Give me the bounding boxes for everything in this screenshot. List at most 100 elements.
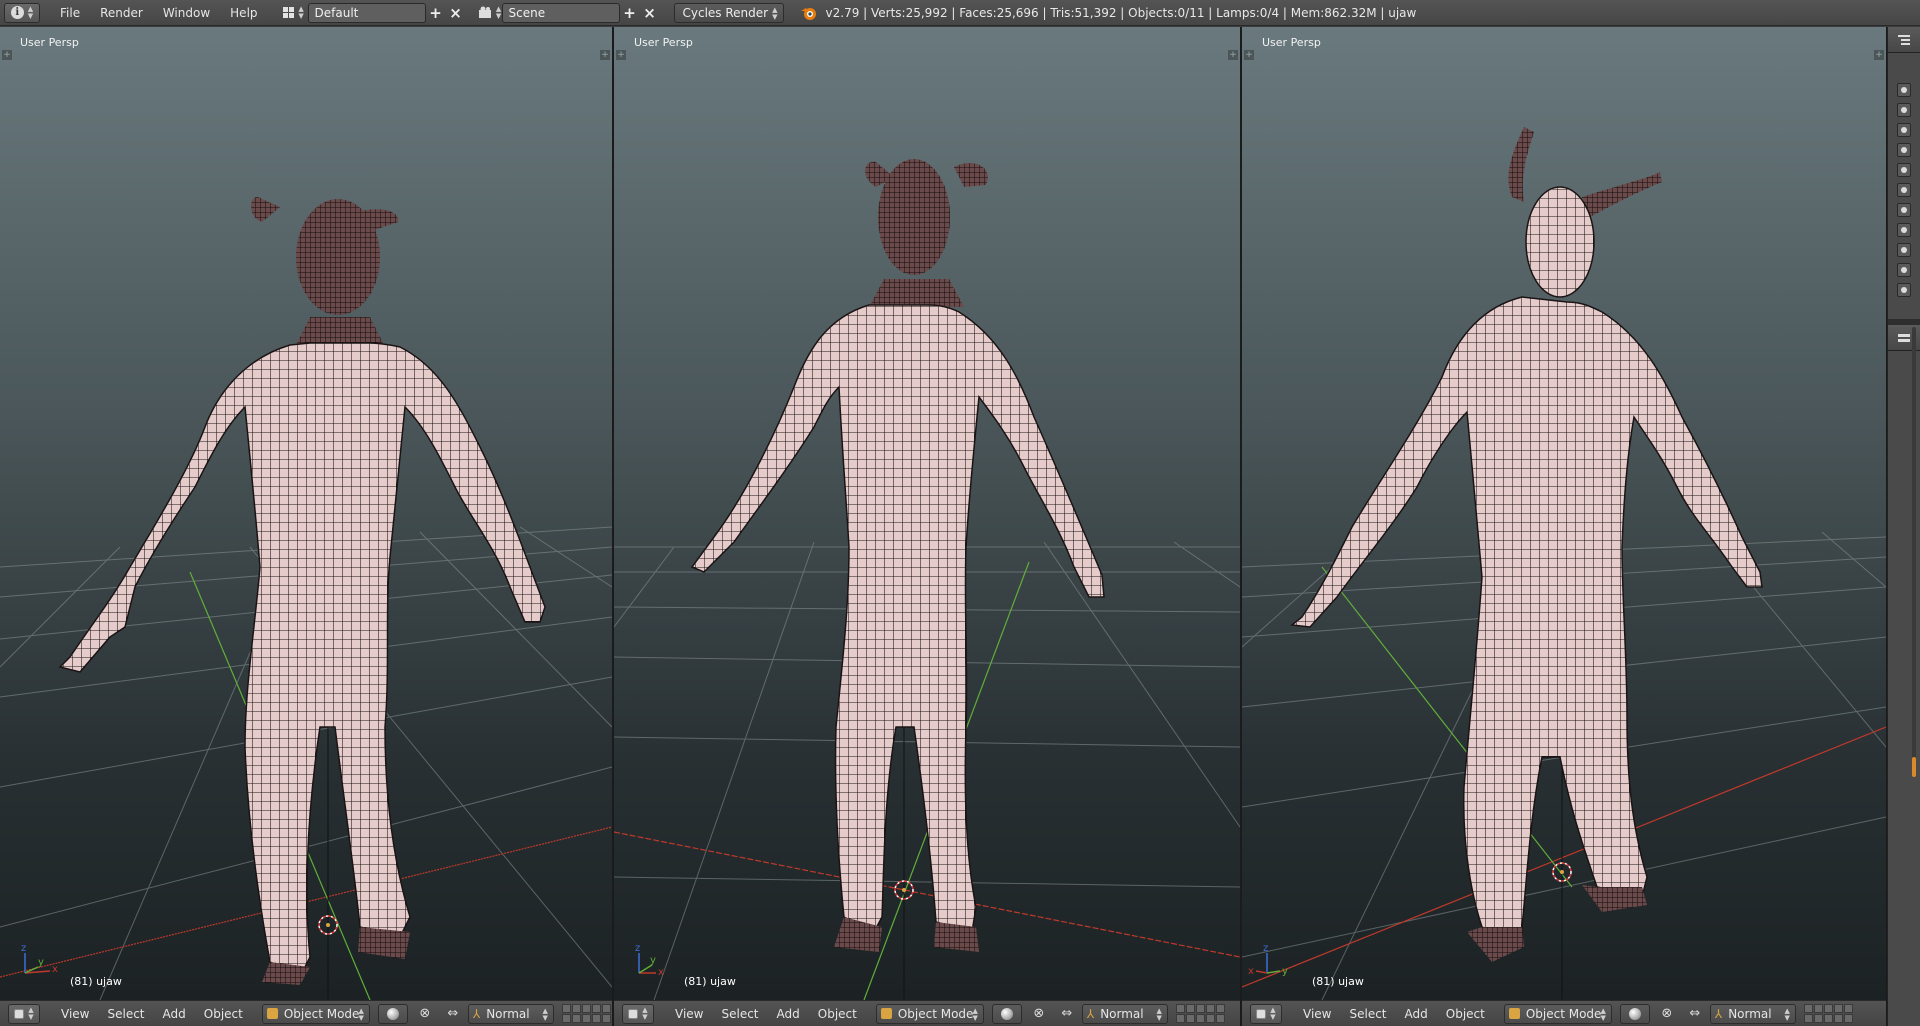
render-engine-select[interactable]: Cycles Render ▲ ▼	[673, 2, 784, 23]
corner-split-handle[interactable]: +	[1874, 50, 1884, 60]
screen-layout-field[interactable]: Default	[307, 2, 426, 23]
menu-object[interactable]: Object	[195, 1007, 252, 1021]
viewport-shading-select[interactable]	[1619, 1003, 1650, 1024]
menu-help[interactable]: Help	[220, 0, 267, 26]
pivot-icon: ⊗	[419, 1006, 431, 1021]
viewport-shading-select[interactable]	[991, 1003, 1022, 1024]
object-origin	[1560, 870, 1564, 874]
add-screen-button[interactable]: +	[426, 3, 446, 23]
updown-icon: ▲ ▼	[1784, 1006, 1790, 1022]
interaction-mode-value: Object Mode	[897, 1006, 974, 1021]
solid-sphere-icon	[386, 1007, 399, 1020]
top-info-header: i ▲ ▼ File Render Window Help ▲ ▼ Default …	[0, 0, 1920, 26]
menu-add[interactable]: Add	[768, 1007, 809, 1021]
updown-icon: ▲ ▼	[358, 1006, 364, 1022]
layer-buttons[interactable]	[1175, 1004, 1225, 1023]
remove-scene-button[interactable]: ×	[640, 3, 660, 23]
visibility-toggle-icon[interactable]	[1897, 143, 1911, 157]
screen-layout-browse-button[interactable]: ▲ ▼	[280, 3, 308, 23]
updown-icon: ▲ ▼	[28, 1005, 34, 1021]
visibility-toggle-icon[interactable]	[1897, 123, 1911, 137]
menu-file[interactable]: File	[50, 0, 90, 26]
orientation-axes-icon: ⅄	[472, 1006, 481, 1021]
transform-orientation-select[interactable]: ⅄ Normal ▲ ▼	[467, 1003, 554, 1024]
visibility-toggle-icon[interactable]	[1897, 203, 1911, 217]
menu-render[interactable]: Render	[90, 0, 153, 26]
3d-viewport-1[interactable]: z x y User Persp + + (81) ujaw	[0, 27, 612, 1000]
updown-icon: ▲ ▼	[1600, 1006, 1606, 1022]
visibility-toggle-icon[interactable]	[1897, 263, 1911, 277]
3d-viewport-3[interactable]: z x y User Persp + + (81) ujaw	[1242, 27, 1886, 1000]
menu-select[interactable]: Select	[712, 1007, 767, 1021]
editor-type-button[interactable]: ▲ ▼	[8, 1003, 40, 1024]
updown-icon: ▲ ▼	[642, 1005, 648, 1021]
corner-split-handle[interactable]: +	[2, 50, 12, 60]
menu-view[interactable]: View	[666, 1007, 712, 1021]
remove-screen-button[interactable]: ×	[446, 3, 466, 23]
menu-add[interactable]: Add	[1396, 1007, 1437, 1021]
visibility-toggle-icon[interactable]	[1897, 183, 1911, 197]
layer-buttons[interactable]	[1803, 1004, 1853, 1023]
outliner-editor-type-button[interactable]	[1888, 27, 1920, 53]
area-separator[interactable]	[1240, 27, 1242, 1026]
blender-logo-icon	[800, 7, 816, 20]
properties-scrollbar[interactable]	[1912, 327, 1916, 777]
menu-add[interactable]: Add	[154, 1007, 195, 1021]
visibility-toggle-icon[interactable]	[1897, 163, 1911, 177]
corner-split-handle[interactable]: +	[600, 50, 610, 60]
scrollbar-thumb[interactable]	[1912, 757, 1916, 777]
editor-type-button[interactable]: i ▲ ▼	[4, 2, 40, 23]
orientation-value: Normal	[1100, 1006, 1144, 1021]
manipulator-toggle[interactable]: ⇔	[442, 1004, 464, 1024]
updown-icon: ▲ ▼	[542, 1006, 548, 1022]
visibility-toggle-icon[interactable]	[1897, 103, 1911, 117]
viewport-scene-2: z x y	[614, 159, 1240, 1000]
interaction-mode-select[interactable]: Object Mode ▲ ▼	[1503, 1003, 1612, 1024]
pivot-point-select[interactable]: ⊗	[1028, 1004, 1050, 1024]
area-separator[interactable]	[612, 27, 614, 1026]
menu-window[interactable]: Window	[153, 0, 220, 26]
scene-browse-button[interactable]: ▲ ▼	[478, 3, 502, 23]
svg-text:x: x	[658, 967, 664, 978]
corner-split-handle[interactable]: +	[616, 50, 626, 60]
object-origin	[902, 888, 906, 892]
layer-buttons[interactable]	[561, 1004, 611, 1023]
menu-select[interactable]: Select	[1340, 1007, 1395, 1021]
interaction-mode-select[interactable]: Object Mode ▲ ▼	[875, 1003, 984, 1024]
menu-view[interactable]: View	[1294, 1007, 1340, 1021]
transform-orientation-select[interactable]: ⅄ Normal ▲ ▼	[1709, 1003, 1796, 1024]
visibility-toggle-icon[interactable]	[1897, 83, 1911, 97]
render-engine-value: Cycles Render	[682, 5, 769, 20]
3d-viewport-2[interactable]: z x y User Persp + + (81) ujaw	[614, 27, 1240, 1000]
viewport-shading-select[interactable]	[377, 1003, 408, 1024]
corner-split-handle[interactable]: +	[1244, 50, 1254, 60]
viewport-3-label: User Persp	[1262, 36, 1321, 49]
viewport-2-header: ▲ ▼ View Select Add Object Object Mode ▲ ▼…	[614, 1000, 1240, 1026]
interaction-mode-value: Object Mode	[1525, 1006, 1602, 1021]
editor-type-button[interactable]: ▲ ▼	[622, 1003, 654, 1024]
menu-object[interactable]: Object	[809, 1007, 866, 1021]
visibility-toggle-icon[interactable]	[1897, 283, 1911, 297]
viewport-scene-1: z x y	[0, 196, 612, 1000]
menu-select[interactable]: Select	[98, 1007, 153, 1021]
menu-object[interactable]: Object	[1437, 1007, 1494, 1021]
manipulator-icon: ⇔	[447, 1006, 459, 1021]
manipulator-toggle[interactable]: ⇔	[1684, 1004, 1706, 1024]
outliner-icon	[1898, 34, 1910, 45]
object-mode-icon	[266, 1008, 278, 1019]
pivot-point-select[interactable]: ⊗	[1656, 1004, 1678, 1024]
editor-type-button[interactable]: ▲ ▼	[1250, 1003, 1282, 1024]
manipulator-icon: ⇔	[1689, 1006, 1701, 1021]
interaction-mode-select[interactable]: Object Mode ▲ ▼	[261, 1003, 370, 1024]
add-scene-button[interactable]: +	[620, 3, 640, 23]
visibility-toggle-icon[interactable]	[1897, 243, 1911, 257]
pivot-point-select[interactable]: ⊗	[414, 1004, 436, 1024]
menu-view[interactable]: View	[52, 1007, 98, 1021]
visibility-toggle-icon[interactable]	[1897, 223, 1911, 237]
transform-orientation-select[interactable]: ⅄ Normal ▲ ▼	[1081, 1003, 1168, 1024]
orientation-axes-icon: ⅄	[1086, 1006, 1095, 1021]
corner-split-handle[interactable]: +	[1228, 50, 1238, 60]
manipulator-toggle[interactable]: ⇔	[1056, 1004, 1078, 1024]
scene-field[interactable]: Scene	[501, 2, 620, 23]
interaction-mode-value: Object Mode	[283, 1006, 360, 1021]
